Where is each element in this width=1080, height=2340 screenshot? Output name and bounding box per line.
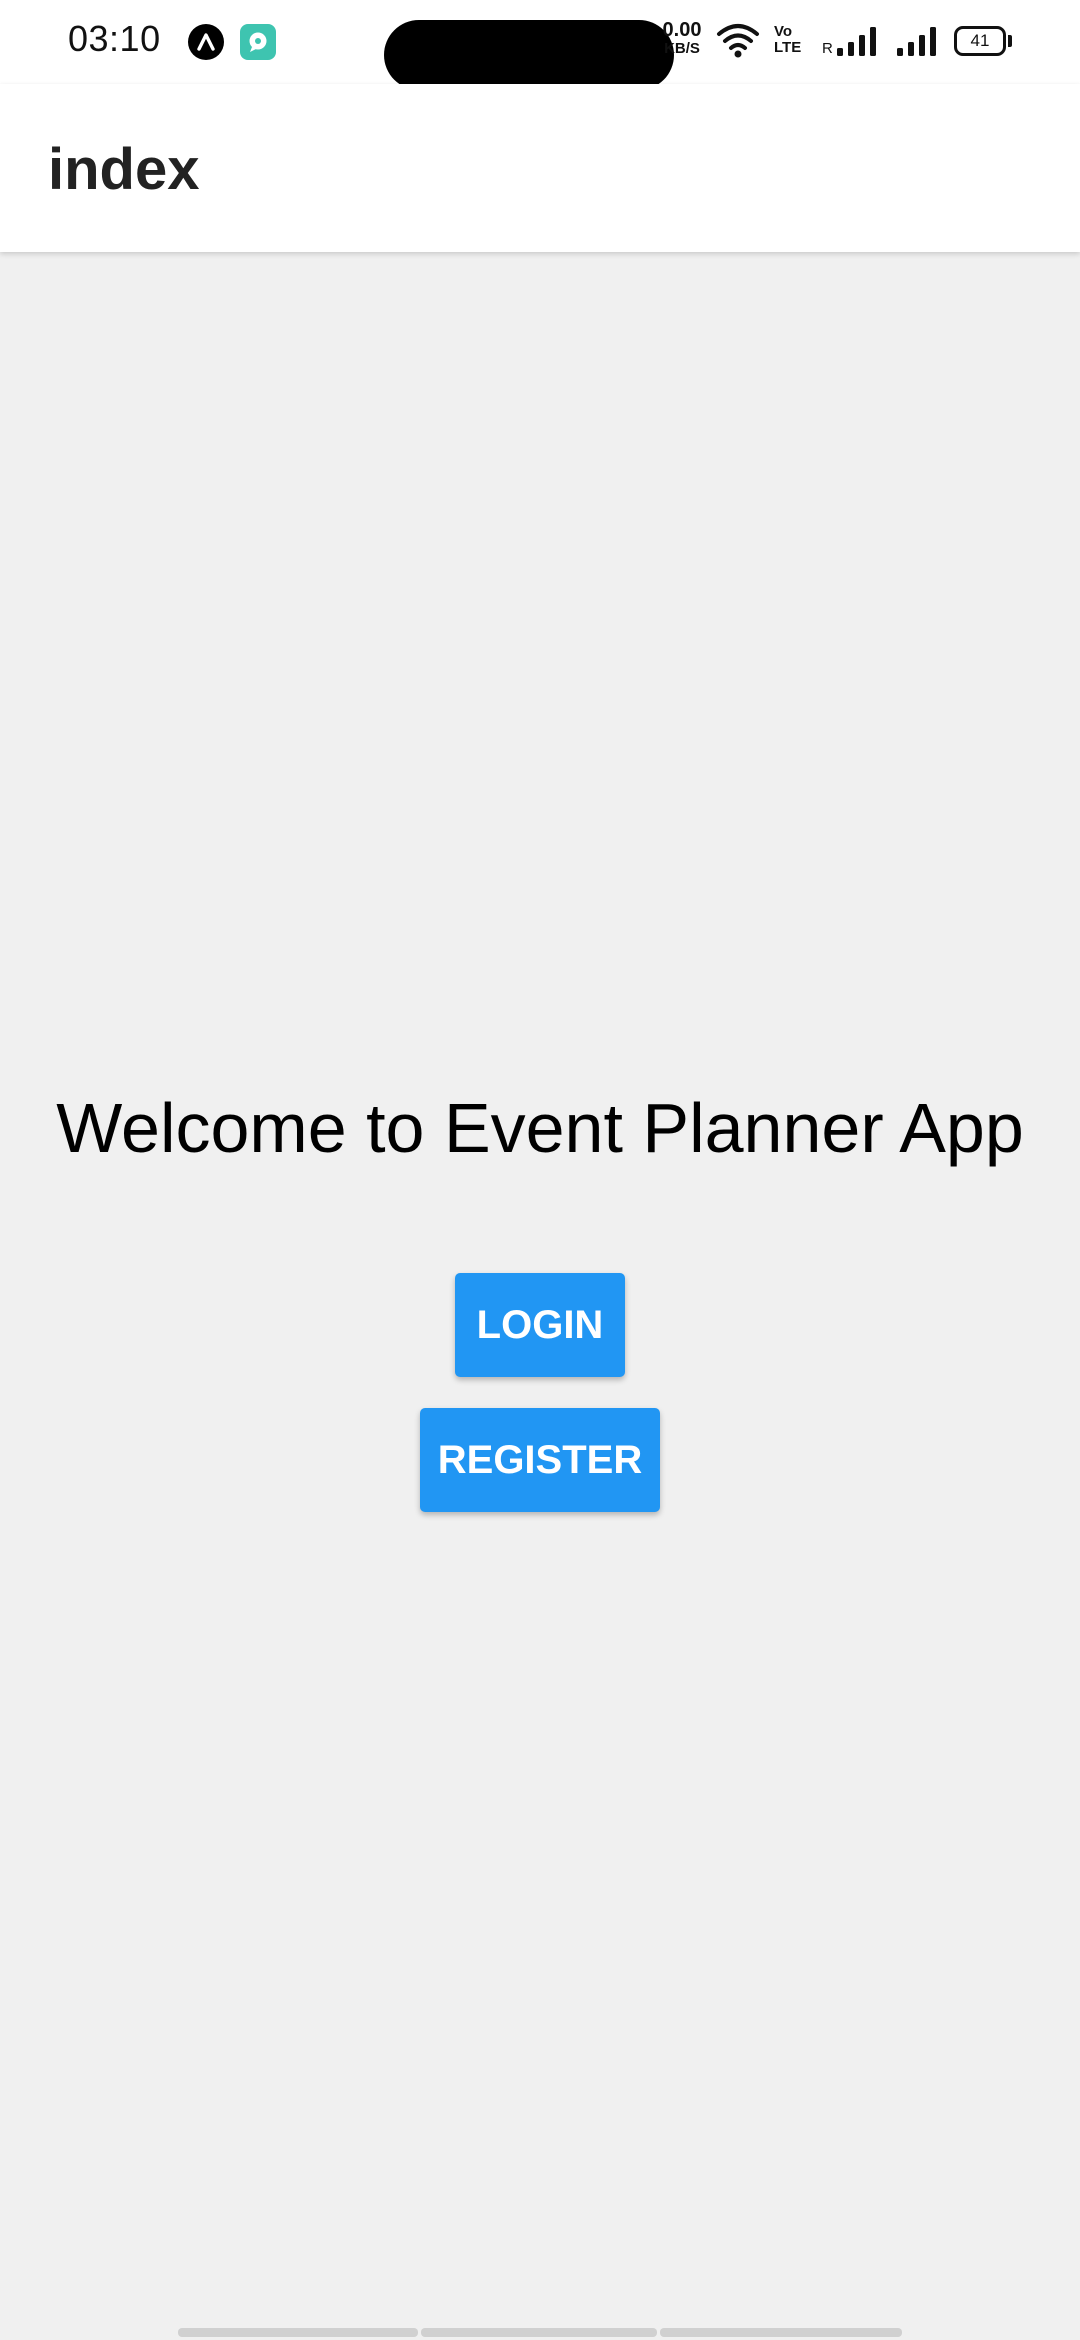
app-bar: index — [0, 84, 1080, 252]
roaming-indicator: R — [822, 40, 833, 57]
status-time: 03:10 — [68, 18, 161, 59]
register-button[interactable]: REGISTER — [420, 1408, 660, 1512]
network-speed-value: 0.00 — [662, 19, 702, 41]
gesture-bar-right[interactable] — [660, 2328, 902, 2337]
volte-line1: Vo — [774, 23, 793, 40]
volte-indicator: Vo LTE — [774, 24, 801, 56]
battery-icon: 41 — [954, 26, 1006, 56]
camera-cutout — [384, 20, 674, 90]
wifi-icon — [716, 22, 760, 65]
gesture-bar-center[interactable] — [421, 2328, 657, 2337]
welcome-text: Welcome to Event Planner App — [56, 1089, 1024, 1167]
signal-strength-icon-2 — [896, 26, 940, 63]
battery-level: 41 — [970, 31, 990, 50]
app-a-icon — [188, 24, 224, 60]
network-speed-unit: KB/S — [664, 40, 700, 57]
volte-line2: LTE — [774, 39, 802, 56]
gesture-bar-left[interactable] — [178, 2328, 418, 2337]
battery-tip — [1008, 35, 1012, 47]
network-speed-indicator: 0.00 KB/S — [660, 20, 704, 57]
status-bar: 03:10 0.00 KB/S Vo LTE R 41 — [0, 0, 1080, 90]
signal-strength-icon — [836, 26, 880, 63]
page-title: index — [48, 137, 200, 202]
chat-bubble-icon — [240, 24, 276, 60]
login-button[interactable]: LOGIN — [455, 1273, 625, 1377]
